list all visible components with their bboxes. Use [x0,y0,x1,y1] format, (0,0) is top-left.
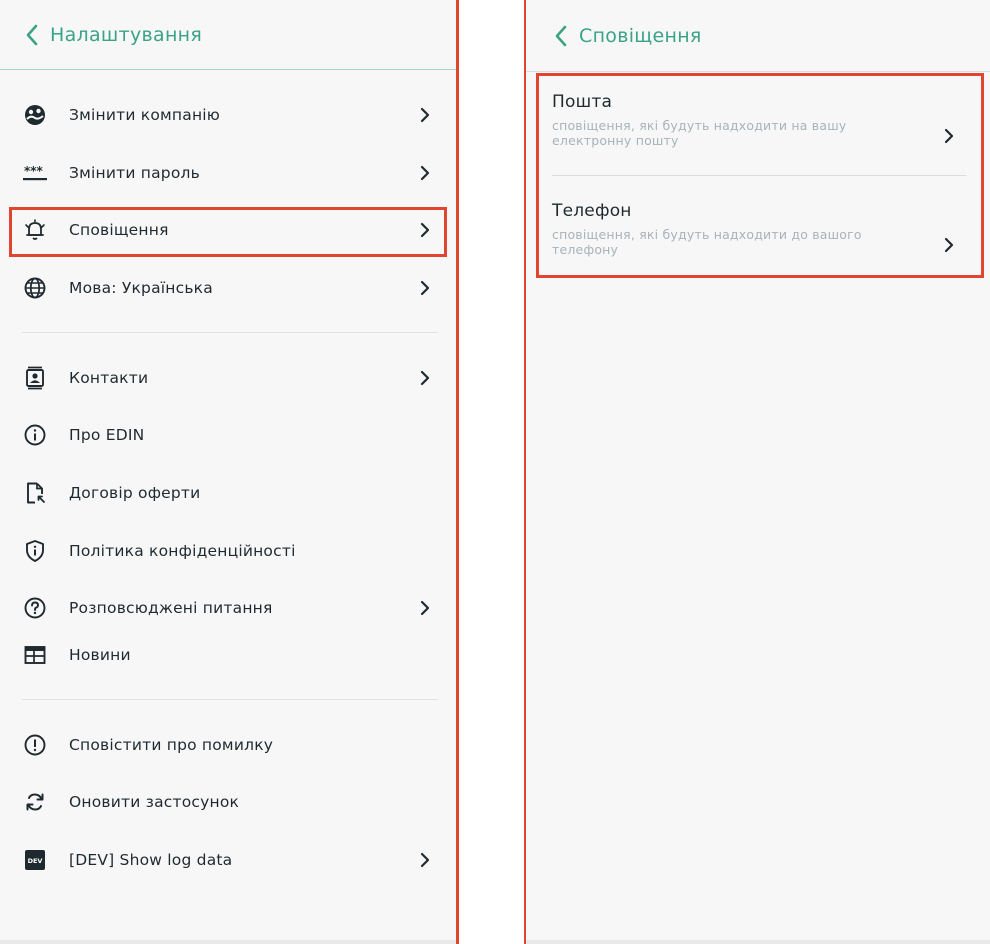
contacts-icon [22,365,48,391]
settings-title: Налаштування [50,23,203,46]
bottom-strip [0,940,456,944]
notifications-header: Сповіщення [526,0,990,72]
menu-item-contacts[interactable]: Контакти [22,358,438,398]
menu-item-notifications[interactable]: Сповіщення [22,210,438,250]
menu-item-label: Змінити компанію [69,106,221,124]
section-divider [22,699,438,700]
globe-icon [22,275,48,301]
menu-item-change-password[interactable]: *** Змінити пароль [22,153,438,193]
refresh-icon [22,789,48,815]
shield-info-icon [22,538,48,564]
menu-item-label: Розповсюджені питання [69,599,273,617]
notifications-panel: Сповіщення Пошта сповіщення, які будуть … [526,0,990,944]
notification-item-description: сповіщення, які будуть надходити на вашу… [552,118,847,148]
bottom-strip [526,940,990,944]
chevron-right-icon [418,222,432,238]
chevron-right-icon [418,600,432,616]
settings-panel: Налаштування Змінити компанію *** Змінит… [0,0,456,944]
document-icon [22,480,48,506]
notification-item-title: Пошта [552,92,613,112]
chevron-right-icon [418,280,432,296]
dev-badge-text: DEV [28,857,43,865]
menu-item-label: [DEV] Show log data [69,851,233,869]
dev-badge-icon: DEV [22,847,48,873]
menu-item-news[interactable]: Новини [22,635,438,675]
menu-item-label: Сповістити про помилку [69,736,274,754]
menu-item-label: Новини [69,646,131,664]
news-icon [22,642,48,668]
notification-item-phone[interactable]: Телефон сповіщення, які будуть надходити… [552,201,966,257]
menu-item-label: Контакти [69,369,149,387]
settings-header: Налаштування [0,0,456,70]
menu-item-label: Мова: Українська [69,279,213,297]
question-icon [22,595,48,621]
company-switch-icon [22,102,48,128]
notification-item-description: сповіщення, які будуть надходити до вашо… [552,227,862,257]
notification-item-title: Телефон [552,201,632,221]
notifications-title: Сповіщення [579,24,702,47]
menu-item-label: Сповіщення [69,221,169,239]
menu-item-label: Договір оферти [69,484,201,502]
menu-item-report-bug[interactable]: Сповістити про помилку [22,725,438,765]
password-icon: *** [22,160,48,186]
notification-item-email[interactable]: Пошта сповіщення, які будуть надходити н… [552,92,966,148]
alert-icon [22,732,48,758]
back-chevron-icon[interactable] [22,23,42,47]
menu-item-privacy-policy[interactable]: Політика конфіденційності [22,531,438,571]
separator-line-left [456,0,459,944]
menu-item-change-company[interactable]: Змінити компанію [22,95,438,135]
chevron-right-icon [418,852,432,868]
chevron-right-icon [418,165,432,181]
chevron-right-icon [942,237,956,253]
menu-item-dev-log[interactable]: DEV [DEV] Show log data [22,840,438,880]
menu-item-label: Про EDIN [69,426,145,444]
menu-item-offer-agreement[interactable]: Договір оферти [22,473,438,513]
menu-item-language[interactable]: Мова: Українська [22,268,438,308]
chevron-right-icon [942,128,956,144]
menu-item-label: Змінити пароль [69,164,200,182]
menu-item-faq[interactable]: Розповсюджені питання [22,588,438,628]
chevron-right-icon [418,370,432,386]
menu-item-about[interactable]: Про EDIN [22,415,438,455]
item-divider [552,175,966,176]
svg-text:***: *** [24,164,44,178]
chevron-right-icon [418,107,432,123]
info-icon [22,422,48,448]
menu-item-update-app[interactable]: Оновити застосунок [22,782,438,822]
menu-item-label: Оновити застосунок [69,793,240,811]
back-chevron-icon[interactable] [551,24,571,48]
bell-icon [22,217,48,243]
menu-item-label: Політика конфіденційності [69,542,296,560]
section-divider [22,332,438,333]
